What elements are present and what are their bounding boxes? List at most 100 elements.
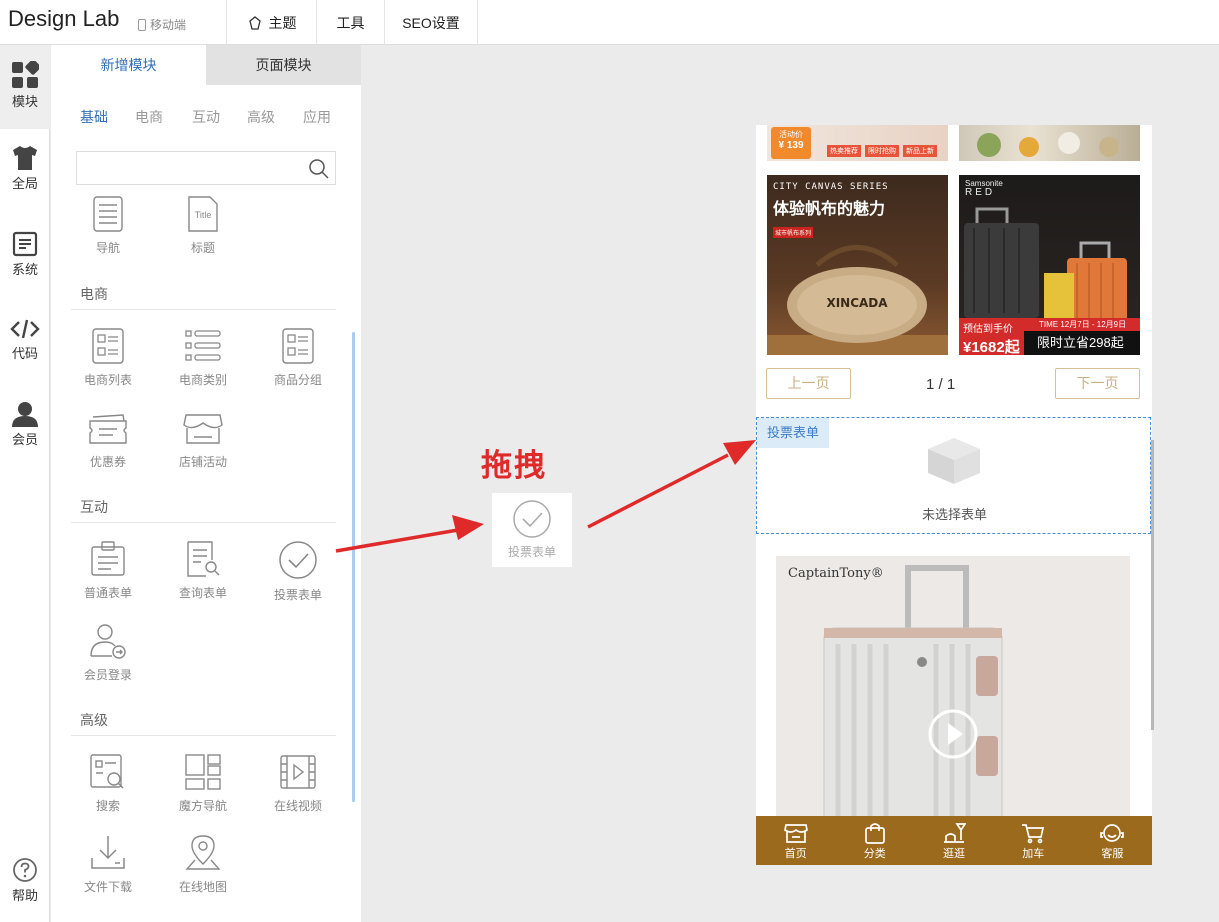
section-divider <box>71 735 336 736</box>
app-title: Design Lab <box>8 6 120 31</box>
search-icon <box>309 159 329 179</box>
module-nav[interactable]: 导航 <box>68 195 148 256</box>
promo-banner-left[interactable]: 活动价 ¥ 139 热卖推荐 限时抢购 新品上新 <box>767 125 948 161</box>
menu-seo[interactable]: SEO设置 <box>384 0 478 45</box>
section-ecommerce-title: 电商 <box>80 286 108 302</box>
stroll-icon <box>944 823 966 843</box>
dragging-vote-module[interactable]: 投票表单 <box>492 493 572 567</box>
page-indicator: 1 / 1 <box>926 376 956 393</box>
module-form[interactable]: 普通表单 <box>68 540 148 601</box>
module-title-label: 标题 <box>190 241 215 255</box>
grid-nav-icon <box>185 754 221 790</box>
product-series: CITY CANVAS SERIES <box>773 182 889 192</box>
module-grid-nav[interactable]: 魔方导航 <box>163 753 243 814</box>
section-interactive-title: 互动 <box>80 499 108 515</box>
module-map[interactable]: 在线地图 <box>163 834 243 895</box>
promo-price: ¥ 139 <box>778 140 804 151</box>
category-apps[interactable]: 应用 <box>303 107 331 127</box>
left-sidebar: 模块 全局 系统 代码 会员 帮助 <box>0 45 50 922</box>
panel-tabs: 新增模块 页面模块 <box>51 45 361 85</box>
module-search[interactable]: 搜索 <box>68 753 148 814</box>
product-card-suitcase[interactable]: Samsonite RED 预估到手价 ¥1682起 TIME 12月7日 - … <box>959 175 1140 355</box>
module-store-activity-label: 店铺活动 <box>178 455 227 469</box>
module-vote-form[interactable]: 投票表单 <box>258 540 338 603</box>
tab-page-module[interactable]: 页面模块 <box>206 45 361 85</box>
store-activity-icon <box>183 414 223 444</box>
module-video[interactable]: 在线视频 <box>258 753 338 814</box>
category-advanced[interactable]: 高级 <box>247 107 275 127</box>
bottom-nav-category[interactable]: 分类 <box>835 816 914 865</box>
module-member-login[interactable]: 会员登录 <box>68 622 148 683</box>
bottom-nav-home-label: 首页 <box>784 848 807 860</box>
svg-text:Title: Title <box>195 210 212 220</box>
category-tabs: 基础 电商 互动 高级 应用 <box>51 107 361 131</box>
service-icon <box>1100 824 1125 842</box>
module-product-list[interactable]: 电商列表 <box>68 327 148 388</box>
nav-list-icon <box>93 196 123 232</box>
module-product-group[interactable]: 商品分组 <box>258 327 338 388</box>
sidebar-item-modules[interactable]: 模块 <box>0 45 50 129</box>
empty-box-icon <box>928 438 980 484</box>
module-download[interactable]: 文件下载 <box>68 834 148 895</box>
sidebar-label-help: 帮助 <box>11 888 38 903</box>
sidebar-item-system[interactable]: 系统 <box>0 231 50 278</box>
tab-add-module[interactable]: 新增模块 <box>51 45 206 85</box>
module-query-form[interactable]: 查询表单 <box>163 540 243 601</box>
vote-form-module[interactable]: 投票表单 未选择表单 <box>756 417 1151 534</box>
sidebar-label-code: 代码 <box>11 346 38 361</box>
module-video-label: 在线视频 <box>273 799 322 813</box>
mobile-phone-icon <box>138 18 146 31</box>
bottom-nav-service[interactable]: 客服 <box>1073 816 1152 865</box>
section-divider <box>71 309 336 310</box>
panel-scrollbar[interactable] <box>352 332 355 802</box>
title-icon: Title <box>188 196 218 232</box>
sidebar-item-global[interactable]: 全局 <box>0 145 50 192</box>
video-icon <box>280 755 316 789</box>
food-photo <box>977 132 1119 157</box>
category-interactive[interactable]: 互动 <box>192 107 220 127</box>
promo-banner-right[interactable] <box>959 125 1140 161</box>
product-brand-sub: RED <box>965 187 996 198</box>
module-category-list[interactable]: 电商类别 <box>163 327 243 388</box>
product-list-icon <box>92 328 124 364</box>
menu-tools[interactable]: 工具 <box>316 0 384 45</box>
bottom-nav-stroll[interactable]: 逛逛 <box>914 816 993 865</box>
prev-page-button[interactable]: 上一页 <box>766 368 851 399</box>
category-ecommerce[interactable]: 电商 <box>135 107 163 127</box>
sidebar-item-member[interactable]: 会员 <box>0 401 50 448</box>
bottom-nav-service-label: 客服 <box>1101 848 1124 860</box>
menu-theme[interactable]: 主题 <box>226 0 316 45</box>
promo-price-badge: 活动价 ¥ 139 <box>771 127 811 159</box>
sidebar-item-help[interactable]: 帮助 <box>0 857 50 904</box>
module-panel: 新增模块 页面模块 基础 电商 互动 高级 应用 导航 Title 标题 电商 … <box>51 45 361 922</box>
play-icon[interactable] <box>927 708 979 760</box>
cart-icon <box>1022 824 1045 844</box>
module-title[interactable]: Title 标题 <box>163 195 243 256</box>
form-icon <box>91 541 125 576</box>
canvas-bag-image: XINCADA <box>767 245 948 355</box>
product-card-canvas-bag[interactable]: CITY CANVAS SERIES 体验帆布的魅力 城市帆布系列 XINCAD… <box>767 175 948 355</box>
mobile-toggle[interactable]: 移动端 <box>138 16 186 33</box>
promo-tag: 活动价 <box>779 130 803 139</box>
module-coupon[interactable]: 优惠券 <box>68 411 148 470</box>
phone-scrollbar[interactable] <box>1151 440 1154 730</box>
category-basic[interactable]: 基础 <box>80 107 108 127</box>
video-module[interactable]: CaptainTony® <box>776 556 1130 816</box>
bottom-nav-stroll-label: 逛逛 <box>943 848 965 860</box>
query-form-icon <box>187 541 220 577</box>
phone-preview: 活动价 ¥ 139 热卖推荐 限时抢购 新品上新 CITY CANVAS SER… <box>756 125 1152 865</box>
module-grid-nav-label: 魔方导航 <box>178 799 227 813</box>
presale-label: 预估到手价 <box>963 324 1013 335</box>
price-box: 预估到手价 ¥1682起 <box>959 318 1024 355</box>
module-vote-form-label: 投票表单 <box>273 588 322 602</box>
module-search-input[interactable] <box>76 151 336 185</box>
sidebar-item-code[interactable]: 代码 <box>0 317 50 362</box>
drag-annotation-title: 拖拽 <box>481 448 547 484</box>
vote-empty-text: 未选择表单 <box>921 507 987 522</box>
bottom-nav-home[interactable]: 首页 <box>756 816 835 865</box>
bottom-nav-cart[interactable]: 加车 <box>994 816 1073 865</box>
mobile-label: 移动端 <box>150 18 187 32</box>
module-store-activity[interactable]: 店铺活动 <box>163 411 243 470</box>
promo-tabs: 热卖推荐 限时抢购 新品上新 <box>827 145 937 157</box>
next-page-button[interactable]: 下一页 <box>1055 368 1140 399</box>
